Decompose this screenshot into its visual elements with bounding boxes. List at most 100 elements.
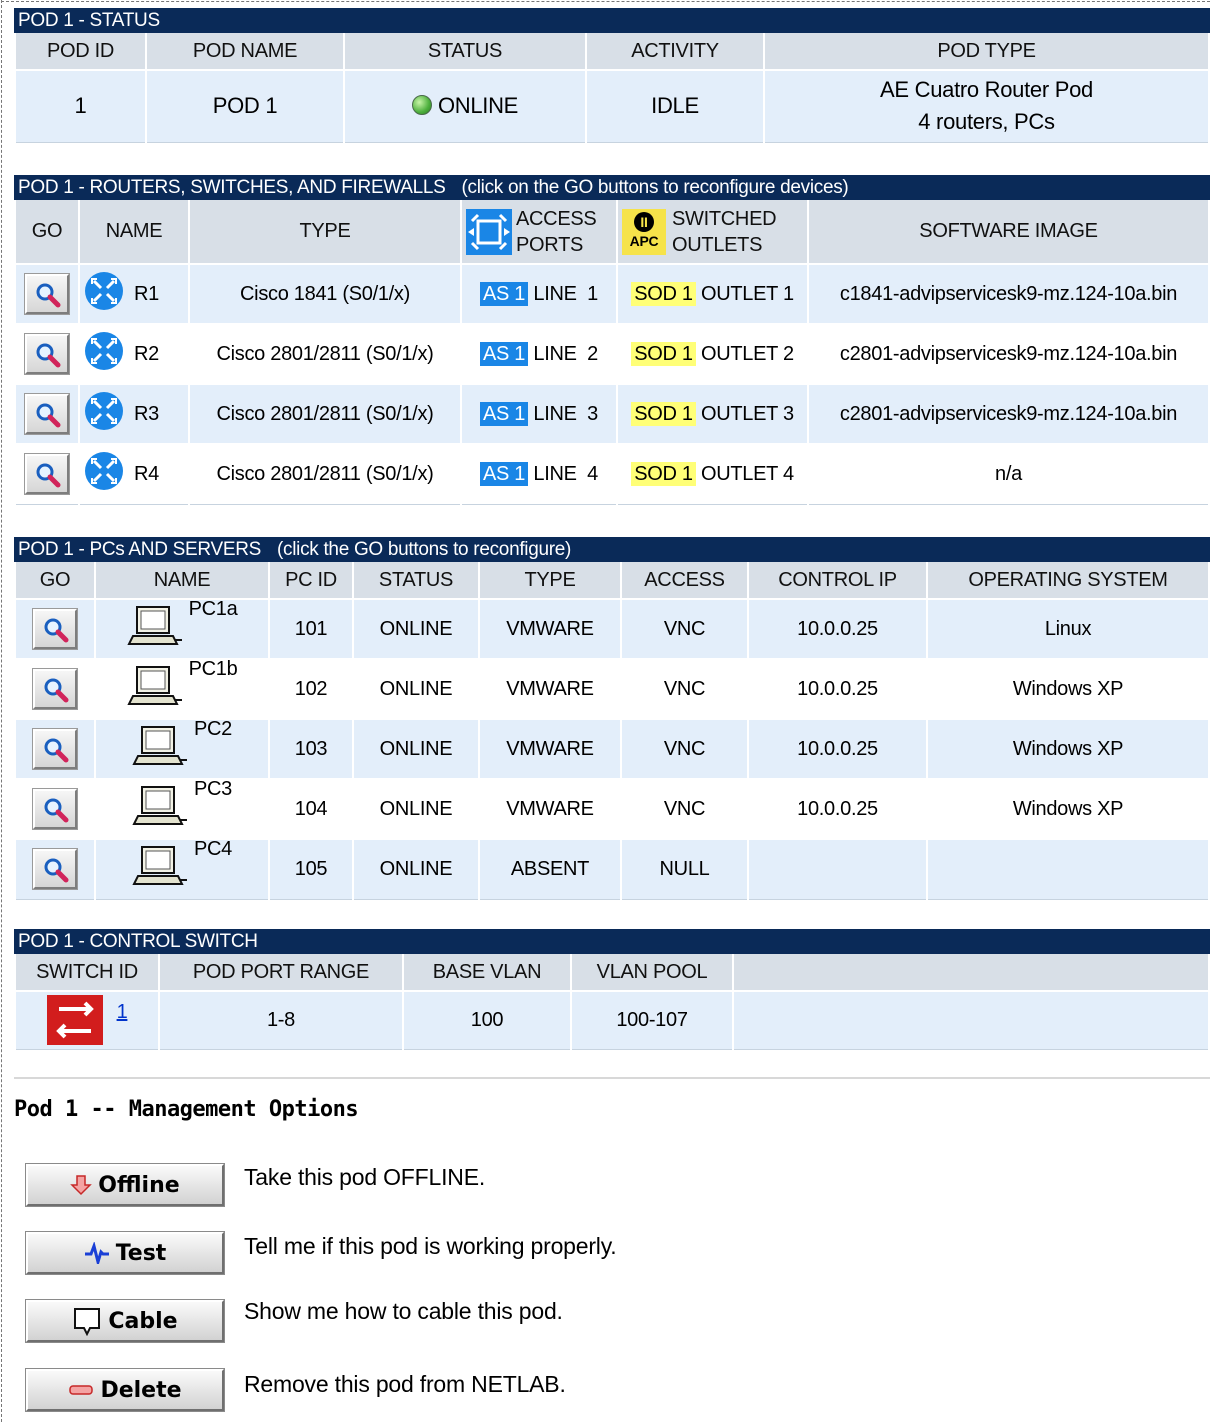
pc-os: Windows XP bbox=[926, 778, 1210, 840]
pc-control-ip bbox=[747, 838, 928, 900]
pc-access: VNC bbox=[620, 658, 749, 720]
offline-button[interactable]: Offline bbox=[26, 1164, 224, 1206]
routers-table: GO NAME TYPE ACCESSPORTS II APC SWITCHE bbox=[14, 200, 1210, 505]
col-header-pod-type: POD TYPE bbox=[763, 33, 1210, 71]
switch-section: POD 1 - CONTROL SWITCH SWITCH ID POD POR… bbox=[14, 929, 1210, 1050]
magnifier-icon bbox=[44, 858, 69, 883]
pc-type: VMWARE bbox=[478, 658, 622, 720]
magnifier-icon bbox=[44, 738, 69, 763]
router-icon bbox=[84, 271, 124, 317]
router-type: Cisco 2801/2811 (S0/1/x) bbox=[188, 443, 462, 505]
col-header-access: ACCESS bbox=[620, 562, 749, 600]
pod-port-range-value: 1-8 bbox=[158, 990, 404, 1050]
router-name-cell: R2 bbox=[78, 323, 190, 385]
pc-os: Windows XP bbox=[926, 718, 1210, 780]
pod-activity-value: IDLE bbox=[585, 69, 765, 143]
delete-button[interactable]: Delete bbox=[26, 1369, 224, 1411]
pod-type-line1: AE Cuatro Router Pod bbox=[880, 77, 1093, 103]
pc-row: PC3 104 ONLINE VMWARE VNC 10.0.0.25 Wind… bbox=[14, 778, 1210, 840]
router-name: R2 bbox=[134, 342, 159, 365]
magnifier-icon bbox=[44, 678, 69, 703]
pc-access: VNC bbox=[620, 718, 749, 780]
go-button-r2[interactable] bbox=[25, 334, 69, 374]
pc-row: PC2 103 ONLINE VMWARE VNC 10.0.0.25 Wind… bbox=[14, 718, 1210, 780]
pcs-table: GO NAME PC ID STATUS TYPE ACCESS CONTROL… bbox=[14, 562, 1210, 900]
cable-button[interactable]: Cable bbox=[26, 1300, 224, 1342]
router-software-image: c2801-advipservicesk9-mz.124-10a.bin bbox=[807, 323, 1210, 385]
router-name: R4 bbox=[134, 462, 159, 485]
col-header-pod-port-range: POD PORT RANGE bbox=[158, 954, 404, 992]
pc-os bbox=[926, 838, 1210, 900]
pc-os: Linux bbox=[926, 598, 1210, 660]
test-button[interactable]: Test bbox=[26, 1232, 224, 1274]
pc-name-cell: PC4 bbox=[94, 838, 270, 900]
routers-section: POD 1 - ROUTERS, SWITCHES, AND FIREWALLS… bbox=[14, 175, 1210, 505]
pod-id-value: 1 bbox=[14, 69, 147, 143]
go-button-pc3[interactable] bbox=[33, 789, 77, 829]
pc-row: PC1a 101 ONLINE VMWARE VNC 10.0.0.25 Lin… bbox=[14, 598, 1210, 660]
col-header-switch-id: SWITCH ID bbox=[14, 954, 160, 992]
minus-icon bbox=[69, 1385, 94, 1395]
access-ports-icon bbox=[466, 208, 512, 255]
go-cell bbox=[14, 658, 96, 720]
go-button-pc4[interactable] bbox=[33, 849, 77, 890]
col-header-operating-system: OPERATING SYSTEM bbox=[926, 562, 1210, 600]
go-button-pc1a[interactable] bbox=[33, 609, 77, 649]
router-name-cell: R4 bbox=[78, 443, 190, 505]
router-icon bbox=[84, 451, 124, 497]
pc-status: ONLINE bbox=[352, 718, 480, 780]
col-header-status: STATUS bbox=[352, 562, 480, 600]
cable-icon bbox=[74, 1308, 101, 1336]
magnifier-icon bbox=[36, 283, 61, 308]
router-software-image: n/a bbox=[807, 443, 1210, 505]
pc-name-cell: PC1b bbox=[94, 658, 270, 720]
col-header-control-ip: CONTROL IP bbox=[747, 562, 928, 600]
go-button-pc1b[interactable] bbox=[33, 669, 77, 709]
empty-cell bbox=[732, 990, 1210, 1050]
pc-name-cell: PC3 bbox=[94, 778, 270, 840]
pc-id: 102 bbox=[268, 658, 354, 720]
col-header-access-ports: ACCESS PORTS bbox=[460, 200, 618, 265]
switch-id-link[interactable]: 1 bbox=[117, 1001, 128, 1023]
pc-row: PC1b 102 ONLINE VMWARE VNC 10.0.0.25 Win… bbox=[14, 658, 1210, 720]
col-header-empty bbox=[732, 954, 1210, 992]
col-header-go: GO bbox=[14, 562, 96, 600]
go-button-pc2[interactable] bbox=[33, 729, 77, 769]
pc-access: VNC bbox=[620, 598, 749, 660]
cable-description: Show me how to cable this pod. bbox=[244, 1298, 563, 1324]
go-button-r4[interactable] bbox=[25, 454, 69, 495]
arrow-down-icon bbox=[70, 1175, 93, 1196]
status-section: POD 1 - STATUS POD ID POD NAME STATUS AC… bbox=[14, 8, 1210, 143]
divider bbox=[14, 1077, 1210, 1079]
pc-type: VMWARE bbox=[478, 598, 622, 660]
go-cell bbox=[14, 323, 80, 385]
router-software-image: c1841-advipservicesk9-mz.124-10a.bin bbox=[807, 263, 1210, 325]
pc-icon bbox=[132, 846, 187, 886]
go-cell bbox=[14, 263, 80, 325]
pod-status-cell: ONLINE bbox=[343, 69, 587, 143]
pc-icon bbox=[132, 786, 187, 825]
offline-description: Take this pod OFFLINE. bbox=[244, 1164, 486, 1190]
pc-status: ONLINE bbox=[352, 598, 480, 660]
pc-id: 105 bbox=[268, 838, 354, 900]
frame-border-left bbox=[1, 0, 2, 1422]
pc-status: ONLINE bbox=[352, 778, 480, 840]
magnifier-icon bbox=[36, 463, 61, 488]
apc-icon: II APC bbox=[622, 208, 666, 255]
router-name: R3 bbox=[134, 402, 159, 425]
go-button-r3[interactable] bbox=[25, 394, 69, 434]
pc-row: PC4 105 ONLINE ABSENT NULL bbox=[14, 838, 1210, 900]
router-name-cell: R1 bbox=[78, 263, 190, 325]
col-header-pc-id: PC ID bbox=[268, 562, 354, 600]
vlan-pool-value: 100-107 bbox=[570, 990, 734, 1050]
magnifier-icon bbox=[36, 343, 61, 368]
router-access-port: AS 1 LINE 4 bbox=[460, 443, 618, 505]
router-row: R2 Cisco 2801/2811 (S0/1/x) AS 1 LINE 2 … bbox=[14, 323, 1210, 385]
switch-icon bbox=[46, 995, 103, 1046]
pc-type: VMWARE bbox=[478, 778, 622, 840]
col-header-type: TYPE bbox=[478, 562, 622, 600]
router-access-port: AS 1 LINE 3 bbox=[460, 383, 618, 445]
router-type: Cisco 2801/2811 (S0/1/x) bbox=[188, 323, 462, 385]
pod-type-cell: AE Cuatro Router Pod 4 routers, PCs bbox=[763, 69, 1210, 143]
go-button-r1[interactable] bbox=[25, 274, 69, 314]
